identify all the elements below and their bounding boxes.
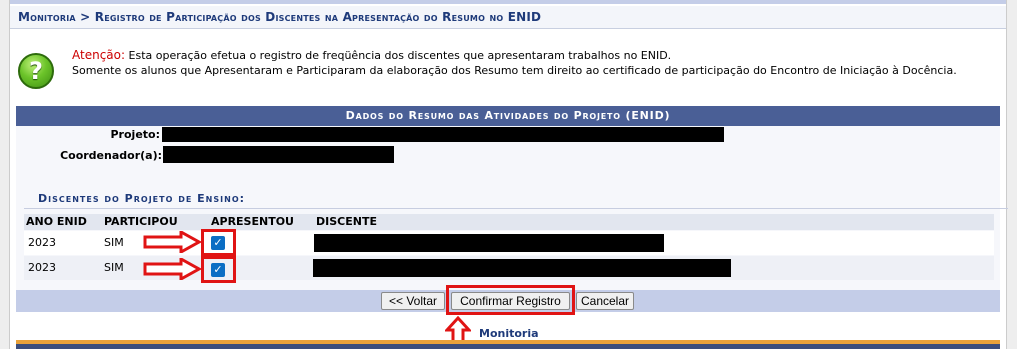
annotation-box-confirmar [446,285,575,315]
col-discente: DISCENTE [316,215,377,228]
row-ano: 2023 [28,236,56,249]
coordenador-label: Coordenador(a): [60,149,162,162]
cancelar-button[interactable]: Cancelar [576,292,634,310]
col-participou: PARTICIPOU [104,215,178,228]
students-subheader: Discentes do Projeto de Ensino: [24,188,1008,209]
col-apresentou: APRESENTOU [211,215,294,228]
annotation-box-checkbox-2 [201,256,236,283]
coordenador-value-redacted [163,146,394,163]
row-participou: SIM [104,261,124,274]
projeto-value-redacted [162,127,724,142]
notice-text: Atenção: Esta operação efetua o registro… [72,48,957,78]
discente-name-redacted-2 [313,259,731,277]
top-strip [10,0,1006,4]
page-frame-left [0,0,10,349]
annotation-box-checkbox-1 [201,229,236,256]
footer-band-blue [16,344,1000,349]
notice-box: ? Atenção: Esta operação efetua o regist… [16,42,1000,94]
projeto-label: Projeto: [110,128,161,141]
breadcrumb-bar: Monitoria > Registro de Participação dos… [10,6,1006,29]
breadcrumb: Monitoria > Registro de Participação dos… [18,10,542,24]
table-header-row: ANO ENID PARTICIPOU APRESENTOU DISCENTE [24,214,994,230]
notice-line-2: Somente os alunos que Apresentaram e Par… [72,64,957,77]
annotation-arrow-right-icon [143,231,201,253]
annotation-arrow-right-icon [143,258,201,280]
discente-name-redacted-1 [314,234,664,252]
col-ano-enid: ANO ENID [26,215,87,228]
voltar-button[interactable]: << Voltar [381,292,445,310]
footer-monitoria-link[interactable]: Monitoria [479,327,539,340]
help-question-icon: ? [18,53,54,89]
attention-label: Atenção: [72,48,126,62]
row-ano: 2023 [28,261,56,274]
row-participou: SIM [104,236,124,249]
page-frame-right [1006,0,1017,349]
notice-line-1: Esta operação efetua o registro de freqü… [125,49,672,62]
section-title: Dados do Resumo das Atividades do Projet… [16,106,1000,126]
